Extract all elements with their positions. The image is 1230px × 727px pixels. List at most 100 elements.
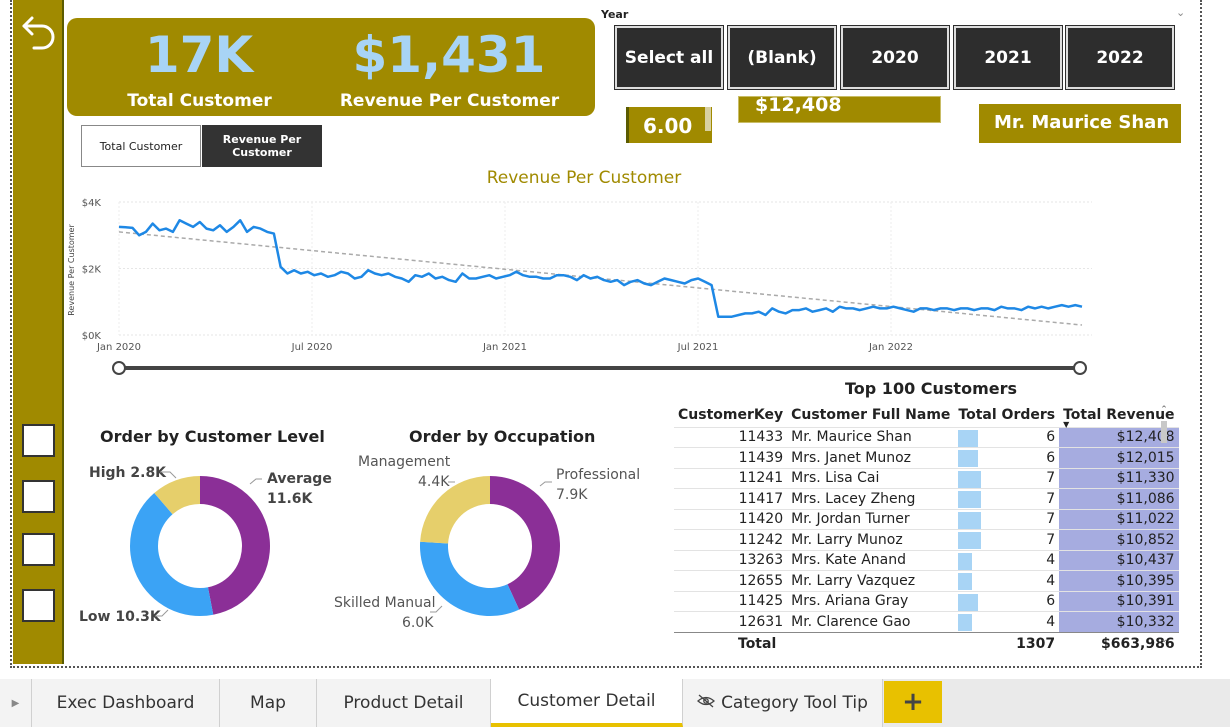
slider-end-handle[interactable] <box>1073 361 1087 375</box>
orders-value: 4 <box>1046 613 1056 630</box>
year-slicer-label: Year <box>601 8 629 21</box>
tab-product-detail[interactable]: Product Detail <box>317 679 491 727</box>
cell-total-orders: 4 <box>954 571 1059 592</box>
orders-value: 7 <box>1046 511 1056 528</box>
cell-total-orders: 7 <box>954 509 1059 530</box>
add-page-button[interactable]: + <box>884 681 942 723</box>
nav-button-3[interactable] <box>22 533 55 566</box>
table-row[interactable]: 11241 Mrs. Lisa Cai 7 $11,330 <box>674 468 1179 489</box>
table-row[interactable]: 11420 Mr. Jordan Turner 7 $11,022 <box>674 509 1179 530</box>
table-row[interactable]: 12655 Mr. Larry Vazquez 4 $10,395 <box>674 570 1179 592</box>
tab-map[interactable]: Map <box>220 679 317 727</box>
cell-customer-name: Mrs. Kate Anand <box>791 552 906 569</box>
back-arrow-icon[interactable] <box>20 12 58 52</box>
cell-customer-name: Mrs. Lacey Zheng <box>791 490 916 507</box>
orders-databar <box>958 593 979 611</box>
revenue-card: $12,408 <box>738 96 941 123</box>
table-row[interactable]: 11433 Mr. Maurice Shan 6 $12,408 <box>674 427 1179 448</box>
label-skilled-manual-value: 6.0K <box>402 615 434 631</box>
cell-customer-key: 13263 <box>738 552 784 569</box>
table-row[interactable]: 12631 Mr. Clarence Gao 4 $10,332 <box>674 611 1179 633</box>
cell-customer-key: 11425 <box>738 593 784 610</box>
table-scrollbar[interactable]: ⌃ ⌄ <box>1158 405 1170 645</box>
tab-exec-dashboard[interactable]: Exec Dashboard <box>32 679 220 727</box>
nav-button-4[interactable] <box>22 589 55 622</box>
orders-value: 4 <box>1046 552 1056 569</box>
label-management-value: 4.4K <box>418 474 450 490</box>
nav-button-2[interactable] <box>22 480 55 513</box>
date-range-slider[interactable] <box>112 360 1088 376</box>
slider-start-handle[interactable] <box>112 361 126 375</box>
year-blank[interactable]: (Blank) <box>727 25 837 90</box>
year-2022[interactable]: 2022 <box>1065 25 1175 90</box>
cell-customer-name: Mrs. Janet Munoz <box>791 449 912 466</box>
year-select-all[interactable]: Select all <box>614 25 724 90</box>
slider-track <box>118 366 1080 370</box>
y-tick-label: $0K <box>82 331 102 342</box>
cell-customer-key: 12631 <box>738 613 784 630</box>
customer-level-donut <box>129 476 270 616</box>
page-tab-bar: ▶ Exec Dashboard Map Product Detail Cust… <box>0 679 1230 727</box>
tab-category-tool-tip[interactable]: Category Tool Tip <box>683 679 883 727</box>
kpi-card: 17K Total Customer $1,431 Revenue Per Cu… <box>67 18 595 116</box>
orders-value: 6 <box>1046 449 1056 466</box>
cell-customer-name: Mr. Larry Vazquez <box>791 572 916 589</box>
year-2020[interactable]: 2020 <box>840 25 950 90</box>
tab-scroll-left-icon[interactable]: ▶ <box>0 679 32 727</box>
cell-total-orders: 7 <box>954 530 1059 551</box>
chevron-down-icon[interactable]: ⌄ <box>1176 6 1185 19</box>
x-tick-label: Jan 2022 <box>868 342 913 353</box>
table-row[interactable]: 11425 Mrs. Ariana Gray 6 $10,391 <box>674 591 1179 612</box>
cell-total-orders: 4 <box>954 612 1059 633</box>
orders-card: 6.00 <box>626 107 712 143</box>
orders-databar <box>958 511 982 529</box>
orders-databar <box>958 614 972 631</box>
table-row[interactable]: 11439 Mrs. Janet Munoz 6 $12,015 <box>674 447 1179 468</box>
scroll-thumb[interactable] <box>1161 421 1167 443</box>
revenue-per-customer-line-chart: $4K $2K $0KJan 2020 Jul 2020 Jan 2021 Jul 202… <box>67 198 1092 353</box>
y-axis-label: Revenue Per Customer <box>67 224 76 316</box>
label-high: High 2.8K <box>89 465 167 481</box>
cell-customer-name: Mrs. Lisa Cai <box>791 470 880 487</box>
orders-databar <box>958 532 982 549</box>
cell-customer-name: Mr. Jordan Turner <box>791 511 910 528</box>
table-row[interactable]: 11242 Mr. Larry Munoz 7 $10,852 <box>674 529 1179 551</box>
col-total-orders[interactable]: Total Orders <box>954 403 1059 427</box>
orders-databar <box>958 429 979 447</box>
tab-customer-detail[interactable]: Customer Detail <box>491 679 683 727</box>
top-customers-table: CustomerKey Customer Full Name Total Ord… <box>674 403 1179 656</box>
y-tick-label: $4K <box>82 198 102 209</box>
table-row[interactable]: 13263 Mrs. Kate Anand 4 $10,437 <box>674 550 1179 571</box>
orders-databar <box>958 491 982 508</box>
line-chart-title: Revenue Per Customer <box>486 168 682 188</box>
cell-customer-name: Mrs. Ariana Gray <box>791 593 909 610</box>
customer-level-title: Order by Customer Level <box>100 427 325 446</box>
col-customer-key[interactable]: CustomerKey <box>674 403 787 427</box>
scroll-down-icon[interactable]: ⌄ <box>1158 635 1170 645</box>
tab-category-tool-tip-label: Category Tool Tip <box>721 693 868 713</box>
col-customer-name[interactable]: Customer Full Name <box>787 403 954 427</box>
total-customer-toggle[interactable]: Total Customer <box>81 125 201 167</box>
revenue-per-customer-toggle[interactable]: Revenue Per Customer <box>202 125 322 167</box>
year-2021[interactable]: 2021 <box>953 25 1063 90</box>
nav-button-1[interactable] <box>22 424 55 457</box>
orders-databar <box>958 573 972 590</box>
customer-name-card: Mr. Maurice Shan <box>979 104 1181 143</box>
cell-customer-key: 11439 <box>738 449 784 466</box>
label-average-value: 11.6K <box>267 491 313 507</box>
orders-value: 4 <box>1046 572 1056 589</box>
scroll-up-icon[interactable]: ⌃ <box>1158 405 1170 415</box>
donut-slice-average[interactable] <box>200 476 270 615</box>
total-orders: 1307 <box>1016 636 1056 653</box>
cell-customer-name: Mr. Maurice Shan <box>791 429 912 446</box>
orders-value: 7 <box>1046 531 1056 548</box>
label-skilled-manual: Skilled Manual <box>334 595 436 611</box>
label-professional-value: 7.9K <box>556 487 588 503</box>
x-tick-label: Jan 2021 <box>482 342 527 353</box>
orders-databar <box>958 552 972 570</box>
cell-total-orders: 7 <box>954 489 1059 510</box>
table-row[interactable]: 11417 Mrs. Lacey Zheng 7 $11,086 <box>674 488 1179 510</box>
label-professional: Professional <box>556 467 641 483</box>
cell-customer-name: Mr. Clarence Gao <box>791 613 911 630</box>
orders-value: 6 <box>1046 593 1056 610</box>
